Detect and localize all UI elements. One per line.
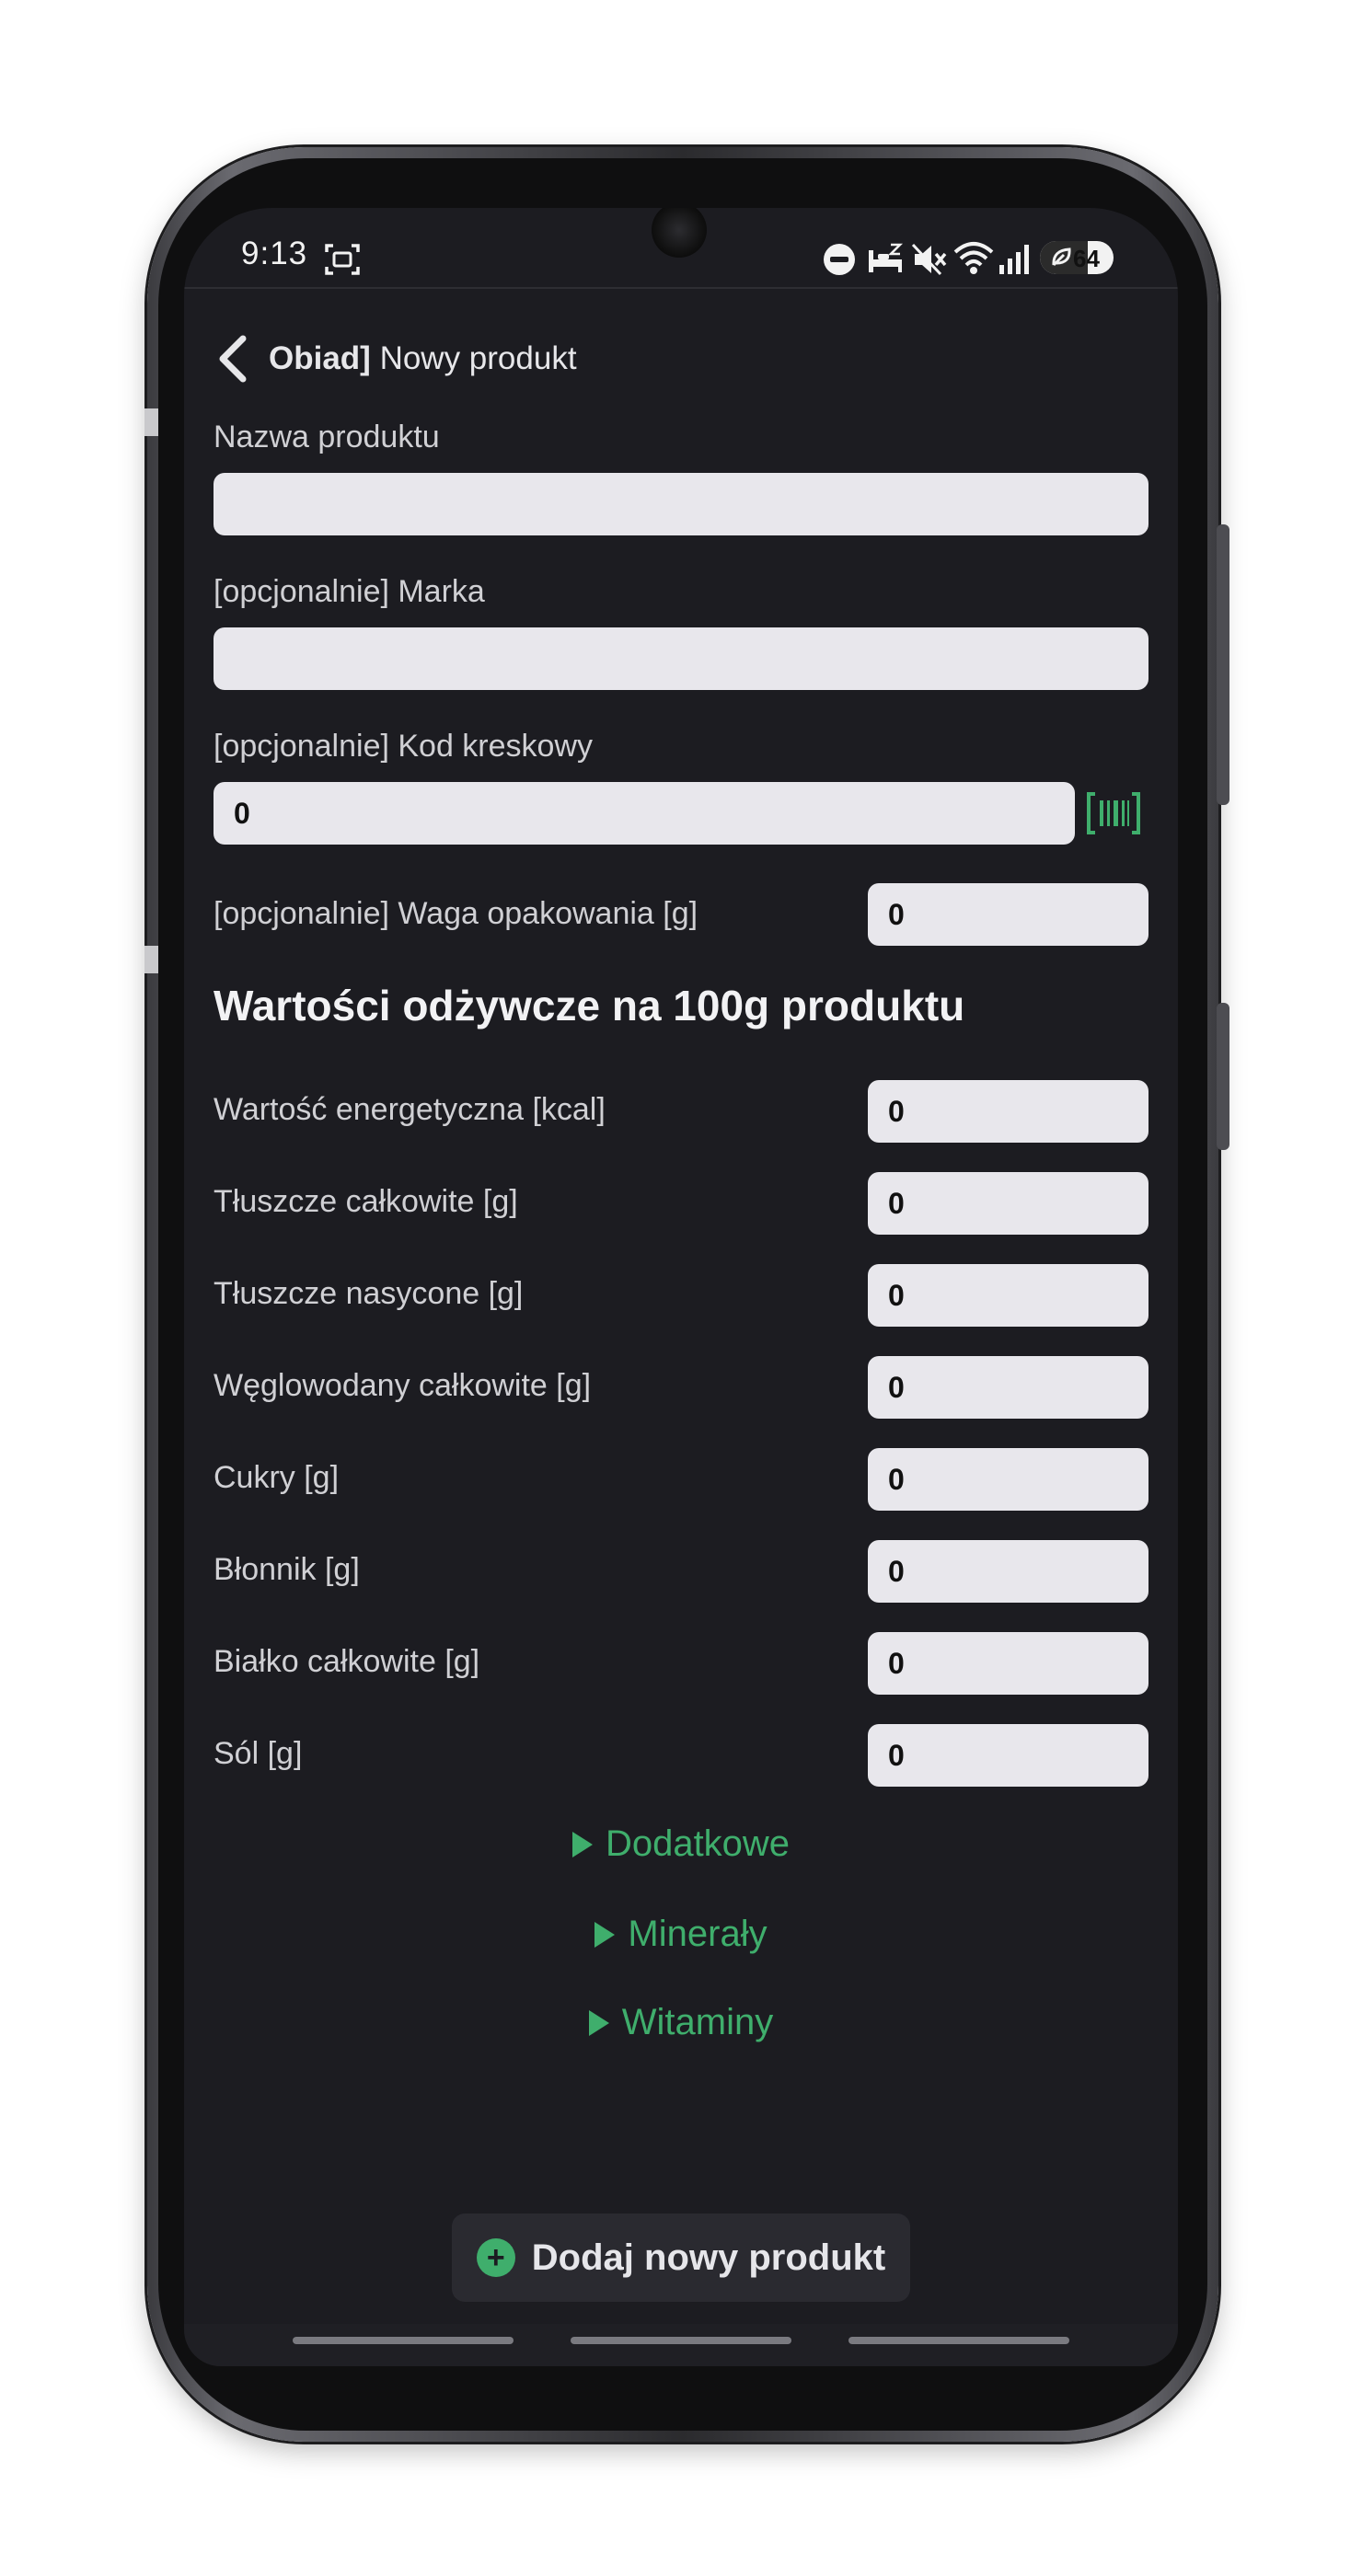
expander-label: Witaminy <box>621 2002 774 2042</box>
dnd-icon <box>824 244 855 275</box>
sleep-icon <box>869 243 904 272</box>
add-product-button[interactable]: + Dodaj nowy produkt <box>452 2214 910 2302</box>
nutrient-label: Węglowodany całkowite [g] <box>214 1368 592 1403</box>
mute-icon <box>911 243 947 276</box>
barcode-input[interactable]: 0 <box>214 782 1075 845</box>
nutrient-label: Wartość energetyczna [kcal] <box>214 1092 606 1127</box>
nutrient-input[interactable]: 0 <box>868 1540 1148 1603</box>
expander-label: Minerały <box>628 1914 768 1954</box>
nutrient-input[interactable]: 0 <box>868 1264 1148 1327</box>
page-title: Obiad] Nowy produkt <box>269 340 577 377</box>
plus-icon: + <box>476 2238 515 2277</box>
barcode-scan-icon[interactable] <box>1086 791 1141 835</box>
nutrition-heading: Wartości odżywcze na 100g produktu <box>214 982 965 1029</box>
status-divider <box>184 287 1178 289</box>
expand-triangle-icon <box>588 2010 609 2036</box>
battery-level: 64 <box>1073 245 1100 272</box>
expander-label: Dodatkowe <box>605 1823 791 1864</box>
nutrient-label: Sól [g] <box>214 1736 303 1771</box>
battery-saver-icon <box>1052 247 1071 267</box>
camera-hole <box>652 208 707 258</box>
power-button <box>1217 1003 1229 1150</box>
meal-name: Obiad] <box>269 340 371 376</box>
status-bar: 9:13 64 <box>184 208 1178 289</box>
nav-home-button[interactable] <box>571 2337 791 2344</box>
nutrient-input[interactable]: 0 <box>868 1448 1148 1511</box>
nutrient-input[interactable]: 0 <box>868 1356 1148 1419</box>
wifi-icon <box>953 242 994 274</box>
volume-button <box>1217 524 1229 805</box>
nutrient-label: Błonnik [g] <box>214 1552 360 1587</box>
nutrient-label: Tłuszcze całkowite [g] <box>214 1184 518 1219</box>
nutrient-input[interactable]: 0 <box>868 1724 1148 1787</box>
brand-label: [opcjonalnie] Marka <box>214 574 485 609</box>
expand-triangle-icon <box>571 1832 593 1857</box>
status-time: 9:13 <box>241 236 308 271</box>
back-icon[interactable] <box>210 333 260 385</box>
page-title-text: Nowy produkt <box>379 340 577 376</box>
nav-back-button[interactable] <box>848 2337 1069 2344</box>
nav-recents-button[interactable] <box>293 2337 514 2344</box>
navigation-bar <box>184 2324 1178 2366</box>
nutrient-label: Cukry [g] <box>214 1460 340 1495</box>
barcode-label: [opcjonalnie] Kod kreskowy <box>214 729 594 764</box>
package-weight-label: [opcjonalnie] Waga opakowania [g] <box>214 896 698 931</box>
expander-extra[interactable]: Dodatkowe <box>184 1823 1178 1865</box>
expand-triangle-icon <box>594 1922 616 1948</box>
nutrient-input[interactable]: 0 <box>868 1172 1148 1235</box>
app-header: Obiad] Nowy produkt <box>184 318 1178 401</box>
package-weight-input[interactable]: 0 <box>868 883 1148 946</box>
brand-input[interactable] <box>214 627 1148 690</box>
nutrient-label: Tłuszcze nasycone [g] <box>214 1276 524 1311</box>
name-label: Nazwa produktu <box>214 420 440 454</box>
screen: 9:13 64 Obiad] Nowy produkt Nazwa produk… <box>184 208 1178 2366</box>
nutrient-input[interactable]: 0 <box>868 1080 1148 1143</box>
nutrient-label: Białko całkowite [g] <box>214 1644 480 1679</box>
expander-vitamins[interactable]: Witaminy <box>184 2002 1178 2043</box>
name-input[interactable] <box>214 473 1148 535</box>
expander-minerals[interactable]: Minerały <box>184 1914 1178 1955</box>
nutrient-input[interactable]: 0 <box>868 1632 1148 1695</box>
add-product-label: Dodaj nowy produkt <box>531 2237 886 2278</box>
signal-icon <box>999 245 1029 274</box>
battery-indicator: 64 <box>1040 241 1114 274</box>
screenshot-icon <box>325 244 360 275</box>
